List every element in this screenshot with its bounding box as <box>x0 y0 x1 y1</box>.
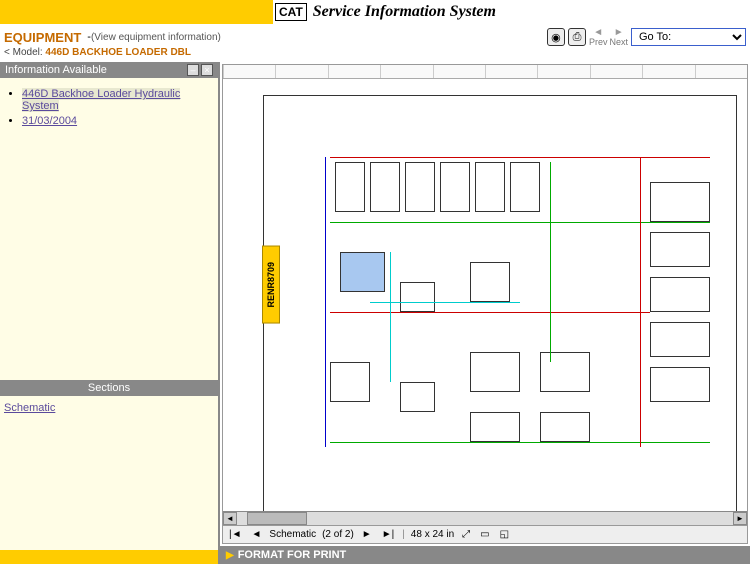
scroll-right-icon[interactable]: ► <box>733 512 747 525</box>
equipment-row: EQUIPMENT - (View equipment information)… <box>0 24 750 47</box>
horizontal-scrollbar[interactable]: ◄ ► <box>223 511 747 525</box>
info-link-hydraulic[interactable]: 446D Backhoe Loader Hydraulic System <box>22 88 180 112</box>
ruler-top <box>223 65 747 79</box>
sidebar: Information Available – × 446D Backhoe L… <box>0 62 220 564</box>
viewer-status-bar: |◄ ◄ Schematic (2 of 2) ► ►| | 48 x 24 i… <box>223 525 747 543</box>
info-panel-header: Information Available – × <box>0 62 218 78</box>
minimize-icon[interactable]: – <box>187 64 199 76</box>
list-item: 446D Backhoe Loader Hydraulic System <box>22 88 208 112</box>
first-page-icon[interactable]: |◄ <box>227 529 244 540</box>
last-page-icon[interactable]: ►| <box>380 529 397 540</box>
header-title-area: CAT Service Information System <box>273 0 496 24</box>
close-icon[interactable]: × <box>201 64 213 76</box>
content-area: RENR8709 <box>220 62 750 564</box>
zoom-tool-icon[interactable]: ⤢ <box>460 529 472 540</box>
sections-header: Sections <box>0 380 218 396</box>
nav-controls: ◉ ⎙ ◄ Prev ► Next Go To: <box>547 27 746 47</box>
fit-width-icon[interactable]: ▭ <box>478 529 491 540</box>
info-list: 446D Backhoe Loader Hydraulic System 31/… <box>0 78 218 140</box>
prev-page-icon[interactable]: ◄ <box>250 529 264 540</box>
scroll-thumb[interactable] <box>247 512 307 525</box>
model-value: 446D BACKHOE LOADER DBL <box>45 47 191 58</box>
schematic-canvas[interactable]: RENR8709 <box>263 95 737 513</box>
header-bar: CAT Service Information System <box>0 0 750 24</box>
section-item: Schematic <box>0 396 218 420</box>
info-link-date[interactable]: 31/03/2004 <box>22 115 77 127</box>
scroll-left-icon[interactable]: ◄ <box>223 512 237 525</box>
format-for-print-bar[interactable]: ▶ FORMAT FOR PRINT <box>220 546 750 564</box>
header-accent <box>0 0 273 24</box>
list-item: 31/03/2004 <box>22 115 208 127</box>
section-link-schematic[interactable]: Schematic <box>4 402 55 414</box>
next-page-icon[interactable]: ► <box>360 529 374 540</box>
schematic-drawing <box>270 102 730 506</box>
view-equipment-link[interactable]: (View equipment information) <box>91 32 221 43</box>
app-title: Service Information System <box>313 3 496 21</box>
status-dimensions: 48 x 24 in <box>411 529 454 540</box>
prev-label: Prev <box>589 38 608 47</box>
model-row: < Model: 446D BACKHOE LOADER DBL <box>0 47 750 62</box>
next-label: Next <box>609 38 628 47</box>
model-prefix: < Model: <box>4 47 43 58</box>
schematic-viewer[interactable]: RENR8709 <box>222 64 748 544</box>
globe-icon[interactable]: ◉ <box>547 28 565 46</box>
info-panel-title: Information Available <box>5 64 185 76</box>
print-icon[interactable]: ⎙ <box>568 28 586 46</box>
status-page-info: (2 of 2) <box>322 529 354 540</box>
goto-select[interactable]: Go To: <box>631 28 746 46</box>
status-doc-label: Schematic <box>269 529 316 540</box>
prev-next-group: ◄ Prev ► Next <box>589 27 628 47</box>
format-print-label: FORMAT FOR PRINT <box>238 549 347 561</box>
main-area: Information Available – × 446D Backhoe L… <box>0 62 750 564</box>
sidebar-accent-bottom <box>0 550 218 564</box>
chevron-right-icon: ▶ <box>226 550 234 561</box>
equipment-label: EQUIPMENT <box>4 30 81 45</box>
brand-logo: CAT <box>275 3 307 21</box>
fit-page-icon[interactable]: ◱ <box>498 529 511 540</box>
